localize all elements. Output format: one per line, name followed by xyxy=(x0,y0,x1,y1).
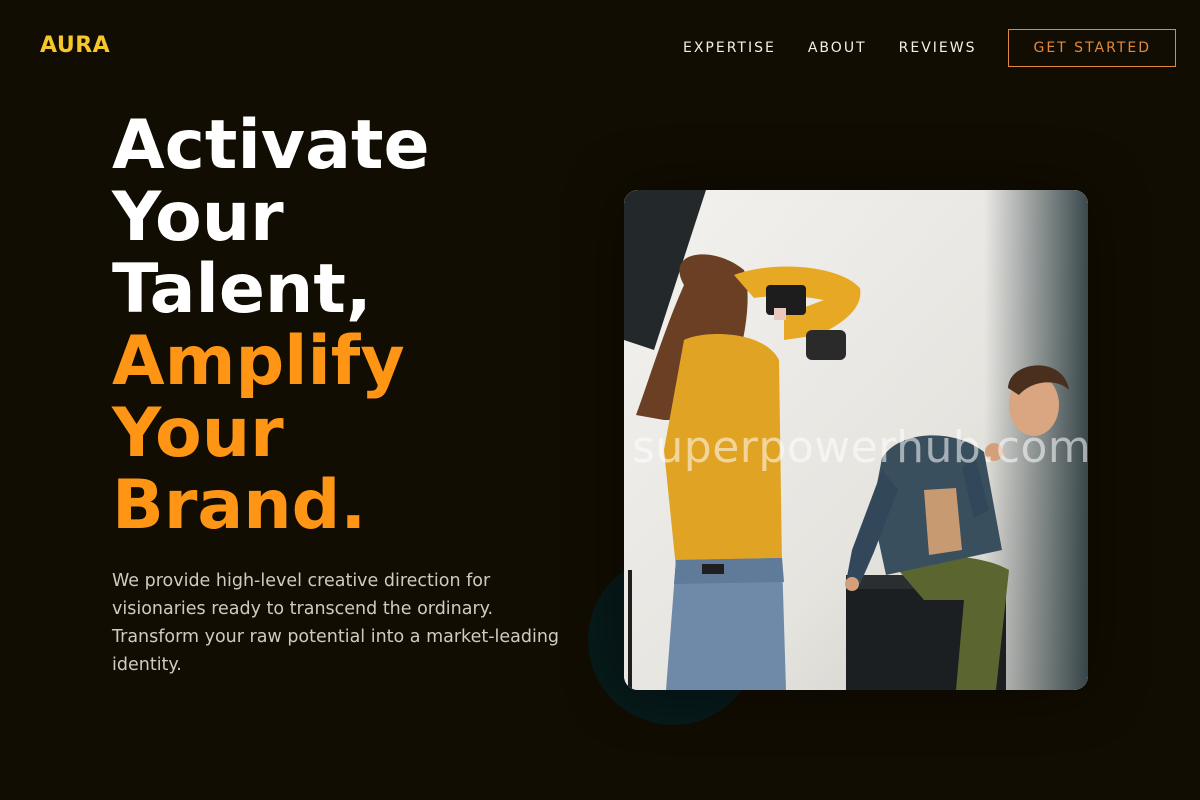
nav-link-about[interactable]: ABOUT xyxy=(808,40,867,56)
top-nav: EXPERTISE ABOUT REVIEWS GET STARTED xyxy=(683,29,1176,67)
headline-accent-line: Amplify xyxy=(112,322,405,401)
hero-headline: Activate Your Talent, Amplify Your Brand… xyxy=(112,110,430,542)
headline-accent-line: Your xyxy=(112,394,284,473)
headline-accent-line: Brand. xyxy=(112,466,367,545)
hero-photo: superpowerhub.com xyxy=(624,190,1088,690)
nav-link-expertise[interactable]: EXPERTISE xyxy=(683,40,776,56)
hero-description: We provide high-level creative direction… xyxy=(112,571,560,675)
brand-logo[interactable]: AURA xyxy=(40,33,110,58)
headline-line: Activate xyxy=(112,106,430,185)
nav-link-reviews[interactable]: REVIEWS xyxy=(899,40,977,56)
hero-visual: superpowerhub.com xyxy=(588,190,1088,730)
landing-page: AURA EXPERTISE ABOUT REVIEWS GET STARTED… xyxy=(0,0,1200,800)
image-watermark: superpowerhub.com xyxy=(632,422,1088,473)
get-started-button[interactable]: GET STARTED xyxy=(1008,29,1176,67)
headline-line: Your xyxy=(112,178,284,257)
headline-line: Talent, xyxy=(112,250,372,329)
